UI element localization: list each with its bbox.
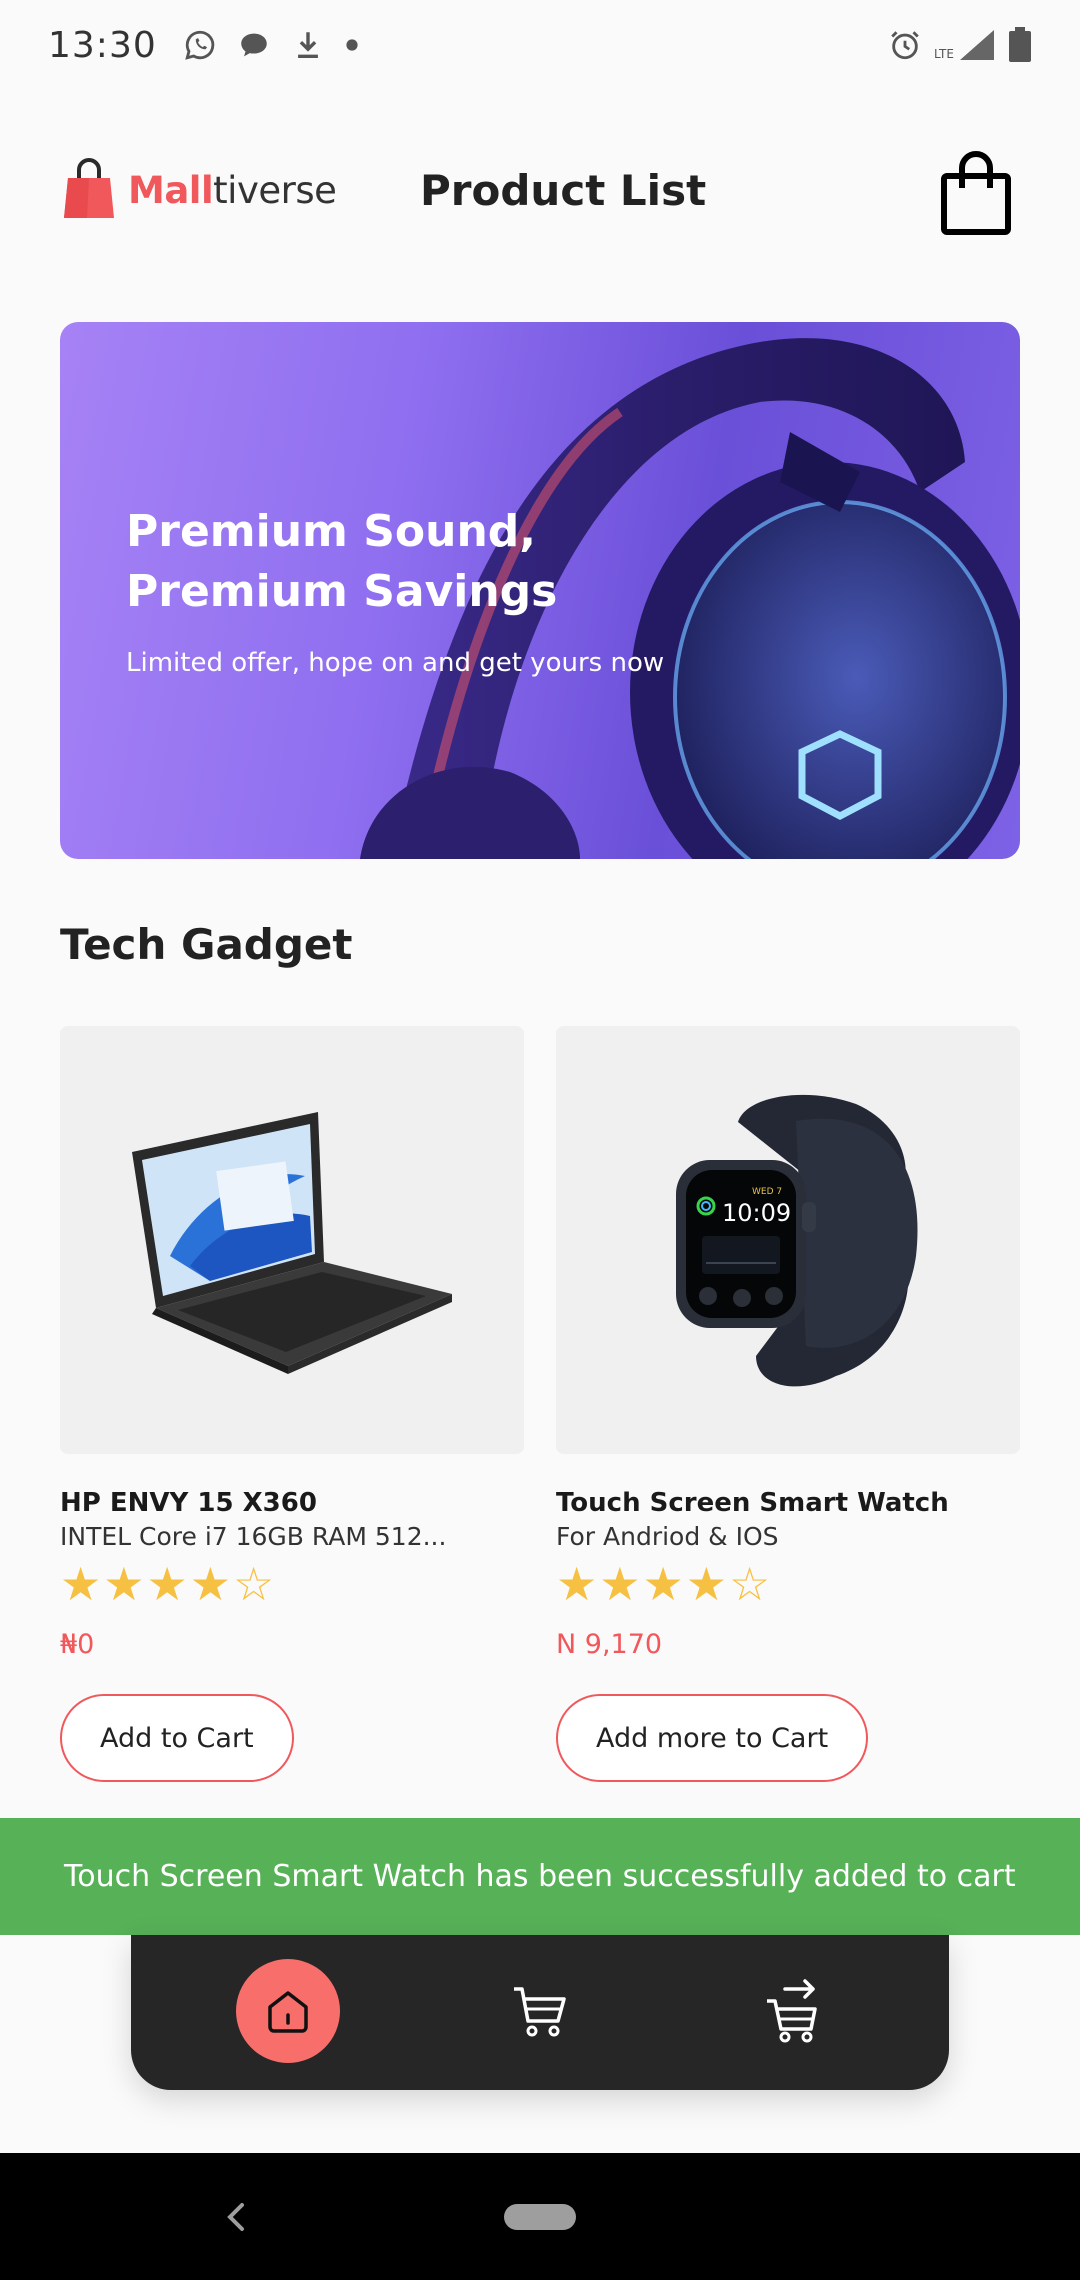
- add-more-to-cart-button[interactable]: Add more to Cart: [556, 1694, 869, 1782]
- back-icon[interactable]: [222, 2197, 252, 2237]
- product-image[interactable]: [60, 1026, 524, 1454]
- bottom-navigation: [131, 1935, 949, 2090]
- notification-icons: [183, 28, 359, 62]
- more-dot-icon: [346, 39, 358, 51]
- star-rating: ★ ★ ★ ★ ☆: [60, 1561, 524, 1607]
- cart-icon: [514, 1987, 566, 2037]
- nav-home[interactable]: [236, 1959, 340, 2063]
- star-empty-icon: ☆: [729, 1557, 771, 1611]
- home-gesture-pill[interactable]: [504, 2204, 576, 2230]
- section-title: Tech Gadget: [60, 920, 353, 969]
- product-name: HP ENVY 15 X360: [60, 1488, 317, 1518]
- logo-text-tiverse: tiverse: [213, 168, 337, 212]
- product-image[interactable]: WED 7 10:09: [556, 1026, 1020, 1454]
- star-rating: ★ ★ ★ ★ ☆: [556, 1561, 1020, 1607]
- add-to-cart-button[interactable]: Add to Cart: [60, 1694, 294, 1782]
- whatsapp-icon: [185, 30, 215, 60]
- star-empty-icon: ☆: [233, 1557, 275, 1611]
- alarm-icon: [891, 31, 919, 60]
- star-filled-icon: ★: [189, 1557, 231, 1611]
- success-snackbar: Touch Screen Smart Watch has been succes…: [0, 1818, 1080, 1935]
- logo-text-mall: Mall: [128, 168, 214, 212]
- star-filled-icon: ★: [599, 1557, 641, 1611]
- product-description: INTEL Core i7 16GB RAM 512...: [60, 1522, 447, 1551]
- status-bar: 13:30 LTE: [0, 0, 1080, 90]
- nav-checkout[interactable]: [741, 1959, 845, 2063]
- shopping-bag-logo-icon: [64, 158, 114, 218]
- chat-bubble-icon: [241, 33, 267, 57]
- malltiverse-logo: Malltiverse: [62, 158, 337, 222]
- app-bar: Malltiverse Product List: [0, 140, 1080, 240]
- star-filled-icon: ★: [146, 1557, 188, 1611]
- system-icons: LTE: [888, 27, 1032, 63]
- banner-subtitle: Limited offer, hope on and get yours now: [126, 648, 665, 678]
- product-price: N 9,170: [556, 1629, 663, 1660]
- product-description: For Andriod & IOS: [556, 1522, 779, 1551]
- download-icon: [297, 32, 318, 59]
- status-time: 13:30: [48, 24, 157, 66]
- product-card[interactable]: HP ENVY 15 X360 INTEL Core i7 16GB RAM 5…: [60, 1026, 524, 1782]
- svg-text:WED 7: WED 7: [752, 1187, 782, 1197]
- home-icon: [268, 1991, 308, 2033]
- product-name: Touch Screen Smart Watch: [556, 1488, 949, 1518]
- banner-title: Premium Sound, Premium Savings: [126, 506, 558, 617]
- product-card[interactable]: WED 7 10:09 Touch Screen Smart Watch For…: [556, 1026, 1020, 1782]
- star-filled-icon: ★: [642, 1557, 684, 1611]
- page-title: Product List: [420, 166, 707, 215]
- star-filled-icon: ★: [60, 1557, 102, 1611]
- svg-text:LTE: LTE: [934, 47, 954, 61]
- snackbar-message: Touch Screen Smart Watch has been succes…: [64, 1859, 1016, 1894]
- promo-banner[interactable]: Premium Sound, Premium Savings Limited o…: [60, 322, 1020, 859]
- checkout-cart-icon: [767, 1979, 817, 2043]
- smart-watch-image: WED 7 10:09: [676, 1094, 918, 1387]
- system-navigation-bar: [0, 2153, 1080, 2280]
- nav-cart[interactable]: [488, 1959, 592, 2063]
- laptop-image: [132, 1112, 452, 1374]
- svg-text:10:09: 10:09: [722, 1199, 791, 1227]
- star-filled-icon: ★: [685, 1557, 727, 1611]
- star-filled-icon: ★: [556, 1557, 598, 1611]
- lte-signal-icon: LTE: [934, 30, 994, 61]
- product-price: ₦0: [60, 1629, 95, 1660]
- shopping-bag-icon[interactable]: [938, 150, 1014, 236]
- star-filled-icon: ★: [103, 1557, 145, 1611]
- battery-icon: [1009, 27, 1031, 62]
